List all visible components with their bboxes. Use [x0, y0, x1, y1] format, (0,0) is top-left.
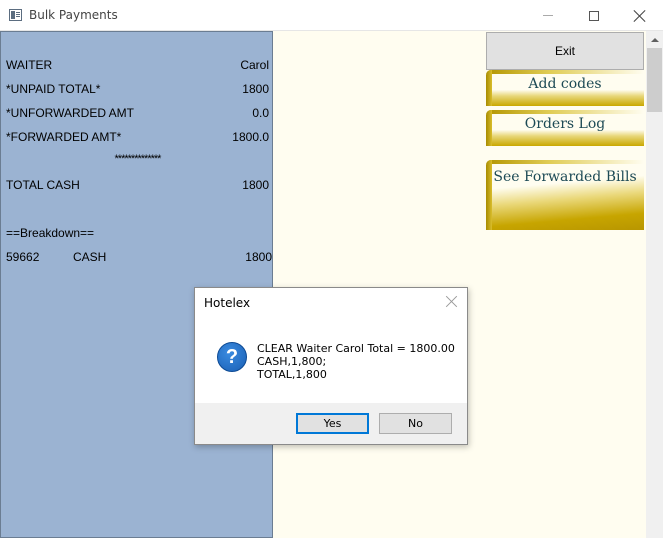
close-icon: [634, 10, 646, 22]
dialog-message-line: CASH,1,800;: [257, 355, 327, 368]
question-icon: ?: [217, 342, 247, 372]
exit-button[interactable]: Exit: [486, 32, 644, 70]
maximize-button[interactable]: [571, 0, 617, 31]
confirm-dialog: Hotelex ? CLEAR Waiter Carol Total = 180…: [194, 287, 468, 445]
add-codes-button[interactable]: Add codes: [486, 70, 644, 106]
orders-log-label: Orders Log: [524, 116, 606, 132]
receipt-value: 1800.0: [232, 130, 269, 144]
window-title: Bulk Payments: [29, 8, 118, 22]
title-bar: Bulk Payments: [0, 0, 663, 31]
receipt-label: *FORWARDED AMT*: [6, 130, 122, 144]
minimize-icon: [543, 15, 553, 16]
receipt-row-waiter: WAITER Carol: [6, 57, 269, 73]
receipt-value: 0.0: [252, 106, 269, 120]
dialog-message-line: CLEAR Waiter Carol Total = 1800.00: [257, 342, 455, 355]
breakdown-code: 59662: [6, 250, 40, 264]
receipt-value: Carol: [240, 58, 269, 72]
breakdown-header: ==Breakdown==: [6, 225, 269, 241]
receipt-separator: **************: [114, 153, 162, 165]
close-button[interactable]: [617, 0, 663, 31]
maximize-icon: [589, 10, 599, 21]
receipt-row-unpaid-total: *UNPAID TOTAL* 1800: [6, 81, 269, 97]
vertical-scrollbar[interactable]: [646, 31, 663, 538]
dialog-title: Hotelex: [204, 296, 251, 310]
receipt-label: *UNFORWARDED AMT: [6, 106, 135, 120]
dialog-close-icon[interactable]: [446, 296, 457, 307]
yes-button[interactable]: Yes: [296, 413, 369, 434]
orders-log-button[interactable]: Orders Log: [486, 110, 644, 146]
breakdown-row: 59662 CASH 1800: [6, 249, 272, 265]
scroll-thumb[interactable]: [647, 48, 662, 112]
receipt-label: TOTAL CASH: [6, 178, 80, 192]
receipt-label: *UNPAID TOTAL*: [6, 82, 101, 96]
receipt-row-forwarded-amt: *FORWARDED AMT* 1800.0: [6, 129, 269, 145]
receipt-value: 1800: [242, 178, 269, 192]
receipt-row-unforwarded-amt: *UNFORWARDED AMT 0.0: [6, 105, 269, 121]
no-button[interactable]: No: [379, 413, 452, 434]
see-forwarded-bills-button[interactable]: See Forwarded Bills: [486, 160, 644, 230]
breakdown-header-text: ==Breakdown==: [6, 226, 95, 240]
dialog-message: CLEAR Waiter Carol Total = 1800.00 CASH,…: [257, 342, 455, 381]
minimize-button[interactable]: [525, 0, 571, 31]
receipt-value: 1800: [242, 82, 269, 96]
scroll-up-arrow-icon[interactable]: [646, 31, 663, 48]
dialog-message-line: TOTAL,1,800: [257, 368, 327, 381]
add-codes-label: Add codes: [528, 76, 602, 92]
receipt-label: WAITER: [6, 58, 53, 72]
breakdown-type: CASH: [73, 250, 107, 264]
app-window-icon: [9, 9, 22, 21]
see-forwarded-bills-label: See Forwarded Bills: [493, 169, 637, 185]
breakdown-amount: 1800: [245, 250, 272, 264]
receipt-row-total-cash: TOTAL CASH 1800: [6, 177, 269, 193]
receipt-panel: WAITER Carol *UNPAID TOTAL* 1800 *UNFORW…: [0, 31, 273, 538]
dialog-footer: Yes No: [195, 403, 467, 444]
